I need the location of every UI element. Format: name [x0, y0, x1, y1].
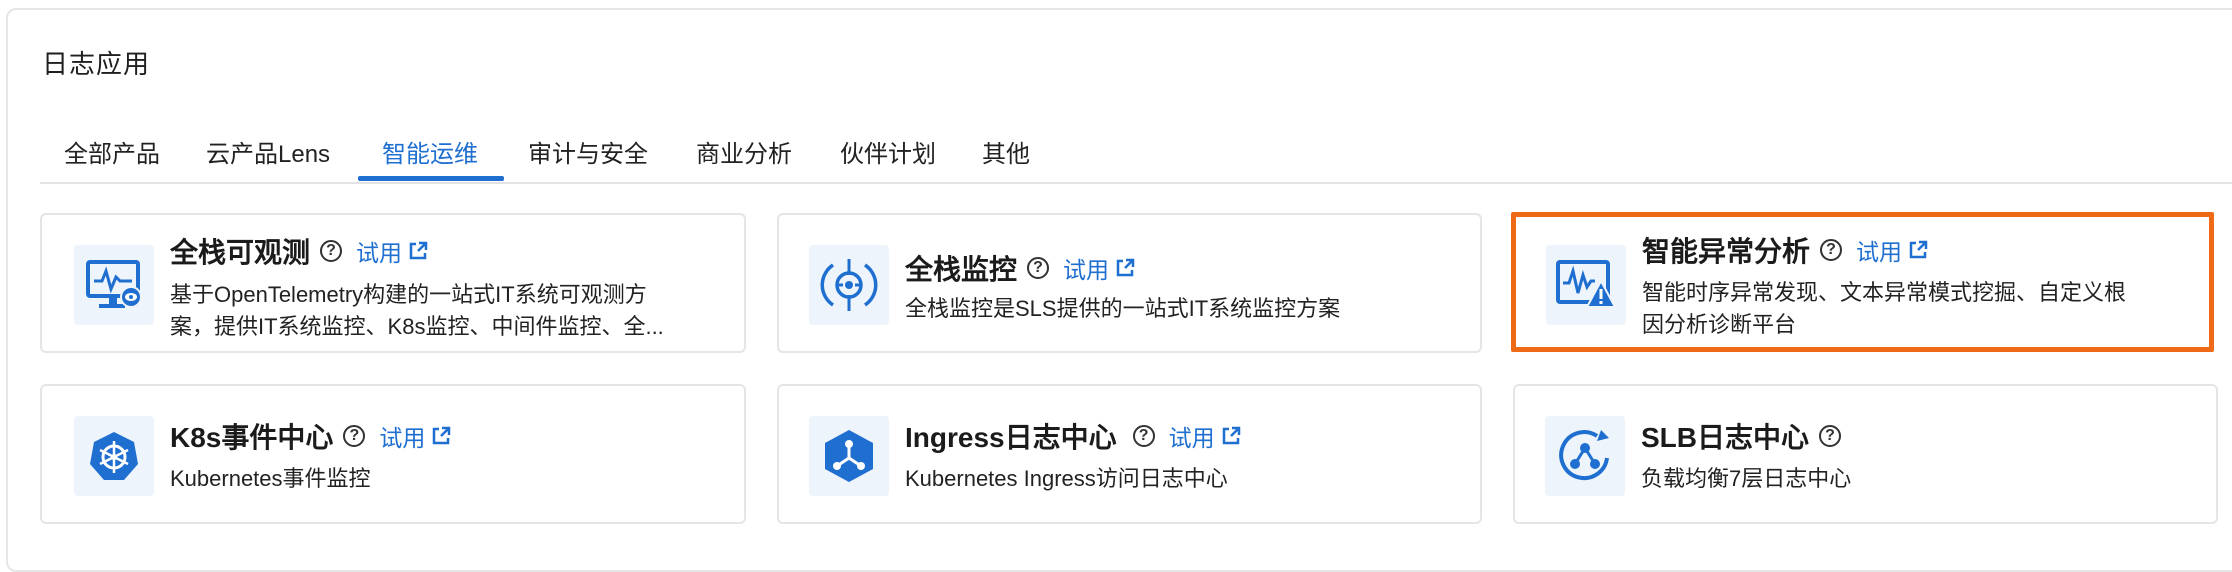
external-link-icon: [433, 426, 451, 445]
card-title: Ingress日志中心: [905, 422, 1117, 453]
external-link-icon: [1909, 240, 1928, 259]
tab-business-analysis[interactable]: 商业分析: [696, 134, 792, 169]
card-description: 智能时序异常发现、文本异常模式挖掘、自定义根 因分析诊断平台: [1642, 280, 2127, 337]
card-title: 智能异常分析: [1642, 236, 1811, 267]
tab-cloud-lens[interactable]: 云产品Lens: [206, 134, 330, 169]
try-link[interactable]: 试用: [1063, 251, 1135, 285]
external-link-icon: [1222, 426, 1240, 445]
section-title: 日志应用: [42, 49, 151, 79]
try-link[interactable]: 试用: [1856, 233, 1928, 267]
tab-other[interactable]: 其他: [982, 134, 1030, 169]
card-title: 全栈可观测: [170, 237, 311, 268]
app-card-full-stack-monitoring[interactable]: 全栈监控 ? 试用 全栈监控是SLS提供的一站式IT系统监控方案: [777, 213, 1482, 353]
app-card-intelligent-anomaly-analysis[interactable]: 智能异常分析 ? 试用 智能时序异常发现、文本异常模式挖掘、自定义根 因分析诊断…: [1511, 212, 2214, 352]
target-monitor-icon: [809, 245, 889, 325]
ingress-hexagon-icon: [809, 416, 889, 496]
card-title: K8s事件中心: [170, 422, 334, 453]
card-description: 基于OpenTelemetry构建的一站式IT系统可观测方 案，提供IT系统监控…: [170, 282, 664, 339]
tab-audit-security[interactable]: 审计与安全: [528, 134, 648, 169]
help-icon[interactable]: ?: [343, 425, 366, 447]
app-card-slb-log-center[interactable]: SLB日志中心 ? 负载均衡7层日志中心: [1513, 384, 2218, 524]
help-icon[interactable]: ?: [320, 240, 343, 262]
category-tabs: 全部产品 云产品Lens 智能运维 审计与安全 商业分析 伙伴计划 其他: [40, 120, 2232, 184]
external-link-icon: [1116, 258, 1135, 277]
kubernetes-helm-icon: [74, 416, 154, 496]
card-description: 负载均衡7层日志中心: [1641, 466, 1852, 491]
help-icon[interactable]: ?: [1820, 239, 1843, 261]
anomaly-chart-warning-icon: [1546, 245, 1626, 325]
app-card-k8s-event-center[interactable]: K8s事件中心 ? 试用 Kubernetes事件监控: [40, 384, 746, 524]
try-link[interactable]: 试用: [1169, 419, 1241, 453]
card-title: 全栈监控: [905, 254, 1018, 285]
tab-all-products[interactable]: 全部产品: [64, 134, 160, 169]
active-tab-indicator: [358, 176, 504, 181]
tab-partner-program[interactable]: 伙伴计划: [840, 134, 936, 169]
help-icon[interactable]: ?: [1027, 257, 1050, 279]
try-link[interactable]: 试用: [379, 419, 451, 453]
try-link[interactable]: 试用: [356, 234, 428, 268]
tab-aiops[interactable]: 智能运维: [382, 134, 478, 169]
app-card-full-stack-observability[interactable]: 全栈可观测 ? 试用 基于OpenTelemetry构建的一站式IT系统可观测方…: [40, 213, 746, 353]
help-icon[interactable]: ?: [1819, 425, 1842, 447]
slb-circle-network-icon: [1545, 416, 1625, 496]
card-description: 全栈监控是SLS提供的一站式IT系统监控方案: [905, 296, 1341, 321]
external-link-icon: [409, 241, 428, 260]
card-title: SLB日志中心: [1641, 422, 1810, 453]
observability-monitor-icon: [74, 245, 154, 325]
app-card-ingress-log-center[interactable]: Ingress日志中心 ? 试用 Kubernetes Ingress访问日志中…: [777, 384, 1482, 524]
card-description: Kubernetes事件监控: [170, 466, 371, 491]
help-icon[interactable]: ?: [1132, 425, 1155, 447]
card-description: Kubernetes Ingress访问日志中心: [905, 466, 1228, 491]
